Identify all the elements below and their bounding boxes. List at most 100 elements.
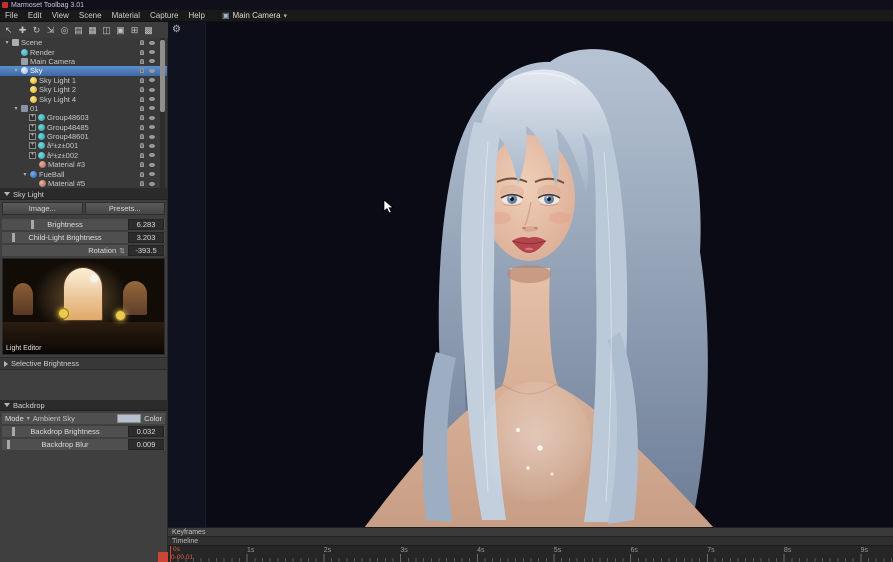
- tree-row-sky-light-4[interactable]: Sky Light 4: [0, 94, 167, 104]
- visibility-icon[interactable]: [149, 153, 155, 158]
- tree-row-main-camera[interactable]: Main Camera: [0, 57, 167, 66]
- lock-icon[interactable]: [140, 87, 144, 93]
- visibility-icon[interactable]: [149, 97, 155, 102]
- visibility-icon[interactable]: [149, 87, 155, 92]
- tree-row-render[interactable]: Render: [0, 47, 167, 57]
- slider-value[interactable]: 3.203: [128, 232, 164, 243]
- tree-row-material-5[interactable]: Material #5: [0, 179, 167, 188]
- expand-plus-icon[interactable]: +: [29, 133, 36, 141]
- visibility-icon[interactable]: [149, 115, 155, 120]
- visibility-icon[interactable]: [149, 143, 155, 148]
- selective-brightness-header[interactable]: Selective Brightness: [0, 357, 167, 370]
- sky-light-panel-header[interactable]: Sky Light: [0, 189, 167, 200]
- backdrop-color-swatch[interactable]: [117, 414, 142, 423]
- slider-value[interactable]: 0.032: [128, 426, 164, 437]
- sky-light-handle-yellow-2[interactable]: [115, 310, 126, 321]
- tree-row-sky-light-1[interactable]: Sky Light 1: [0, 76, 167, 85]
- lock-icon[interactable]: [140, 68, 144, 74]
- expand-plus-icon[interactable]: +: [29, 151, 36, 159]
- titlebar[interactable]: Marmoset Toolbag 3.01: [0, 0, 893, 10]
- tree-row-sky-light-2[interactable]: Sky Light 2: [0, 85, 167, 94]
- menu-edit[interactable]: Edit: [23, 11, 47, 20]
- import-model-icon[interactable]: ▣: [114, 24, 127, 36]
- lock-icon[interactable]: [140, 96, 144, 102]
- image-button[interactable]: Image...: [2, 202, 83, 215]
- backdrop-panel-header[interactable]: Backdrop: [0, 400, 167, 411]
- visibility-icon[interactable]: [149, 78, 155, 83]
- menu-help[interactable]: Help: [184, 11, 210, 20]
- tree-row-z-001[interactable]: + å²±z±001: [0, 141, 167, 150]
- expand-plus-icon[interactable]: +: [29, 123, 36, 131]
- slider-brightness[interactable]: Brightness 6.283: [2, 219, 165, 230]
- new-scene-icon[interactable]: ▤: [72, 24, 85, 36]
- lock-icon[interactable]: [140, 162, 144, 168]
- lock-icon[interactable]: [140, 49, 144, 55]
- expand-plus-icon[interactable]: +: [29, 114, 36, 122]
- expander-icon[interactable]: ▾: [21, 171, 29, 178]
- rotate-tool-icon[interactable]: ↻: [30, 24, 43, 36]
- rotation-value[interactable]: -393.5: [128, 245, 164, 256]
- visibility-icon[interactable]: [149, 40, 155, 45]
- tree-row-fueball[interactable]: ▾ FueBall: [0, 169, 167, 179]
- tree-row-z-002[interactable]: + å²±z±002: [0, 151, 167, 160]
- lock-icon[interactable]: [140, 181, 144, 187]
- menu-file[interactable]: File: [0, 11, 23, 20]
- move-tool-icon[interactable]: ✚: [16, 24, 29, 36]
- visibility-icon[interactable]: [149, 134, 155, 139]
- lock-icon[interactable]: [140, 105, 144, 111]
- menu-material[interactable]: Material: [107, 11, 145, 20]
- timeline-bar[interactable]: Timeline: [168, 536, 893, 545]
- slider-value[interactable]: 6.283: [128, 219, 164, 230]
- add-object-icon[interactable]: ⊞: [128, 24, 141, 36]
- visibility-icon[interactable]: [149, 172, 155, 177]
- keyframes-bar[interactable]: Keyframes: [168, 527, 893, 536]
- viewport-3d[interactable]: ⚙: [168, 22, 893, 527]
- hdri-preview[interactable]: Light Editor: [2, 258, 165, 355]
- lock-icon[interactable]: [140, 77, 144, 83]
- mode-value[interactable]: Ambient Sky: [33, 414, 75, 423]
- visibility-icon[interactable]: [149, 59, 155, 64]
- viewport-gear-icon[interactable]: ⚙: [172, 24, 181, 35]
- visibility-icon[interactable]: [149, 106, 155, 111]
- select-tool-icon[interactable]: ↖: [2, 24, 15, 36]
- open-file-icon[interactable]: ▦: [86, 24, 99, 36]
- tree-row-material-3[interactable]: Material #3: [0, 160, 167, 169]
- tree-row-group48601[interactable]: + Group48601: [0, 132, 167, 141]
- visibility-icon[interactable]: [149, 162, 155, 167]
- timeline-ruler[interactable]: 0s 0-00.01 1s 2s 3s 4s 5s 6s 7s 8s 9s: [168, 545, 893, 562]
- tree-row-group48485[interactable]: + Group48485: [0, 123, 167, 132]
- menu-view[interactable]: View: [47, 11, 74, 20]
- playhead-handle[interactable]: [158, 552, 168, 562]
- lock-icon[interactable]: [140, 143, 144, 149]
- visibility-icon[interactable]: [149, 125, 155, 130]
- slider-backdrop-brightness[interactable]: Backdrop Brightness 0.032: [2, 426, 165, 437]
- slider-value[interactable]: 0.009: [128, 439, 164, 450]
- visibility-icon[interactable]: [149, 68, 155, 73]
- scrollbar-thumb[interactable]: [160, 40, 165, 112]
- save-file-icon[interactable]: ◫: [100, 24, 113, 36]
- visibility-icon[interactable]: [149, 50, 155, 55]
- sky-light-handle-white[interactable]: [91, 275, 98, 282]
- tree-row-group48603[interactable]: + Group48603: [0, 113, 167, 122]
- tree-row-01[interactable]: ▾ 01: [0, 104, 167, 113]
- lock-icon[interactable]: [140, 171, 144, 177]
- lock-icon[interactable]: [140, 124, 144, 130]
- camera-selector[interactable]: ▣ Main Camera ▾: [222, 11, 287, 20]
- tree-row-sky[interactable]: ▾ Sky: [0, 66, 167, 76]
- spinner-icon[interactable]: ⇅: [119, 247, 125, 255]
- sky-light-handle-yellow-1[interactable]: [58, 308, 69, 319]
- presets-button[interactable]: Presets...: [84, 202, 165, 215]
- scale-tool-icon[interactable]: ⇲: [44, 24, 57, 36]
- expand-plus-icon[interactable]: +: [29, 142, 36, 150]
- lock-icon[interactable]: [140, 58, 144, 64]
- menu-scene[interactable]: Scene: [74, 11, 107, 20]
- expander-icon[interactable]: ▾: [12, 67, 20, 74]
- pivot-tool-icon[interactable]: ◎: [58, 24, 71, 36]
- tree-row-scene[interactable]: ▾ Scene: [0, 38, 167, 47]
- rotation-field[interactable]: Rotation ⇅ -393.5: [2, 245, 165, 256]
- expander-icon[interactable]: ▾: [12, 105, 20, 112]
- lock-icon[interactable]: [140, 152, 144, 158]
- delete-object-icon[interactable]: ▩: [142, 24, 155, 36]
- slider-backdrop-blur[interactable]: Backdrop Blur 0.009: [2, 439, 165, 450]
- backdrop-mode-row[interactable]: Mode ▾ Ambient Sky Color: [2, 413, 165, 424]
